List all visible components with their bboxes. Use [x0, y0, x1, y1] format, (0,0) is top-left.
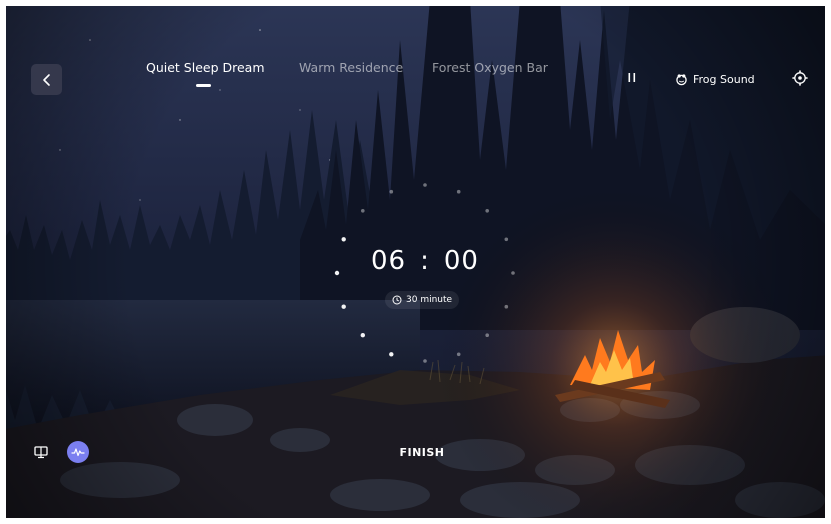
ring-dot: [341, 237, 346, 242]
chevron-left-icon: [40, 73, 54, 87]
ring-dot: [341, 304, 346, 309]
timer-seconds: 00: [443, 246, 479, 276]
active-tab-indicator: [196, 84, 211, 87]
timer-minutes: 06: [371, 246, 407, 276]
screen-mode-button[interactable]: [30, 442, 52, 462]
ring-dot: [485, 333, 489, 337]
ring-dot: [423, 183, 427, 187]
monitor-icon: [33, 445, 49, 459]
sound-wave-button[interactable]: [67, 441, 89, 463]
sound-selector-button[interactable]: Frog Sound: [675, 70, 755, 88]
ring-dot: [360, 333, 365, 338]
sleep-timer-screen: Quiet Sleep Dream Warm Residence Forest …: [0, 0, 831, 524]
ring-dot: [504, 237, 509, 242]
ring-dot: [389, 189, 394, 194]
timer-separator: :: [420, 246, 430, 276]
countdown-display: 06:00: [330, 246, 520, 276]
ring-dot: [456, 352, 461, 357]
finish-button[interactable]: FINISH: [392, 443, 452, 463]
gear-icon: [791, 69, 809, 87]
back-button[interactable]: [31, 64, 62, 95]
ring-dot: [389, 352, 394, 357]
ring-dot: [423, 359, 427, 363]
sound-label: Frog Sound: [693, 72, 755, 86]
clock-icon: [392, 295, 402, 305]
duration-badge[interactable]: 30 minute: [385, 291, 460, 309]
sound-wave-icon: [71, 447, 85, 457]
pause-button[interactable]: [624, 70, 640, 86]
tab-warm-residence[interactable]: Warm Residence: [299, 60, 403, 75]
tab-forest-oxygen-bar[interactable]: Forest Oxygen Bar: [432, 60, 548, 75]
ring-dot: [485, 209, 489, 213]
frog-icon: [675, 73, 688, 86]
duration-label: 30 minute: [406, 295, 453, 305]
ring-dot: [504, 304, 509, 309]
pause-icon: [624, 70, 640, 86]
tab-quiet-sleep-dream[interactable]: Quiet Sleep Dream: [146, 60, 265, 75]
ring-dot: [361, 209, 365, 213]
settings-button[interactable]: [791, 69, 809, 87]
ring-dot: [456, 189, 461, 194]
